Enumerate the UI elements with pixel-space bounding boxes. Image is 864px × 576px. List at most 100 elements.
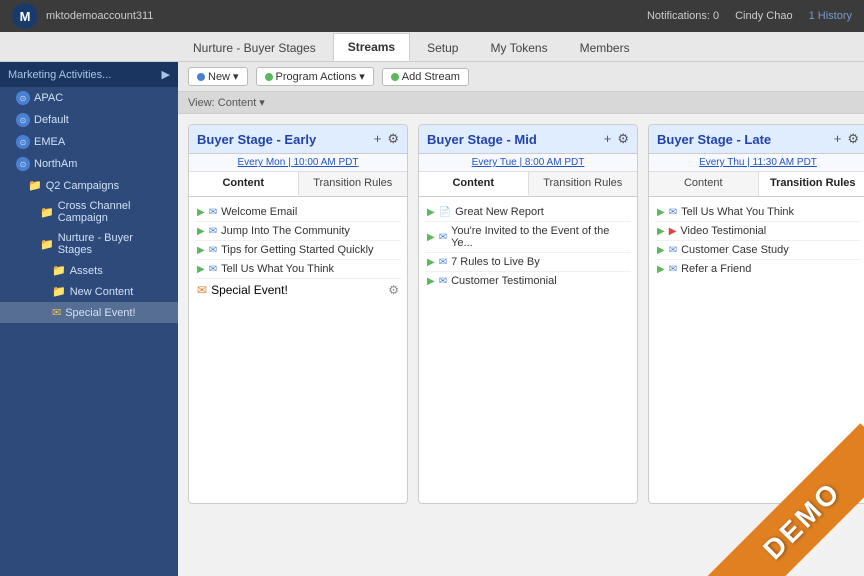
play-icon: ▶ xyxy=(427,207,435,218)
list-item[interactable]: ▶ 📄 Great New Report xyxy=(425,203,631,222)
stream-late-header: Buyer Stage - Late + ⚙ xyxy=(649,125,864,154)
stream-mid-content: ▶ 📄 Great New Report ▶ ✉ You're Invited … xyxy=(419,197,637,503)
stream-early-tab-content[interactable]: Content xyxy=(189,172,299,196)
content-area: New ▾ Program Actions ▾ Add Stream View:… xyxy=(178,62,864,576)
program-actions-label: Program Actions xyxy=(276,71,357,83)
stream-early-tabs: Content Transition Rules xyxy=(189,172,407,197)
view-dropdown-icon[interactable]: ▾ xyxy=(259,96,265,109)
account-name: mktodemoaccount311 xyxy=(46,10,153,22)
sidebar-label: Assets xyxy=(70,265,103,277)
toolbar: New ▾ Program Actions ▾ Add Stream xyxy=(178,62,864,92)
special-icon: ✉ xyxy=(197,283,207,297)
folder-icon: 📁 xyxy=(40,238,54,251)
tab-members[interactable]: Members xyxy=(565,34,645,61)
stream-early-schedule[interactable]: Every Mon | 10:00 AM PDT xyxy=(189,154,407,172)
stream-late-schedule[interactable]: Every Thu | 11:30 AM PDT xyxy=(649,154,864,172)
stream-mid-tab-transition[interactable]: Transition Rules xyxy=(529,172,638,196)
item-icon-email: ✉ xyxy=(209,245,217,256)
folder-icon: 📁 xyxy=(40,206,54,219)
history-count[interactable]: 1 History xyxy=(809,10,852,22)
sidebar-header[interactable]: Marketing Activities... ▶ xyxy=(0,62,178,87)
tab-setup[interactable]: Setup xyxy=(412,34,473,61)
add-stream-button[interactable]: Add Stream xyxy=(382,68,469,86)
streams-container: Buyer Stage - Early + ⚙ Every Mon | 10:0… xyxy=(178,114,864,576)
topbar: M mktodemoaccount311 Notifications: 0 Ci… xyxy=(0,0,864,32)
tab-streams[interactable]: Streams xyxy=(333,33,410,61)
sidebar-item-q2[interactable]: 📁 Q2 Campaigns xyxy=(0,175,178,196)
new-button[interactable]: New ▾ xyxy=(188,67,248,86)
folder-icon: 📁 xyxy=(52,285,66,298)
list-item[interactable]: ▶ ✉ Customer Testimonial xyxy=(425,272,631,290)
item-label: Customer Case Study xyxy=(681,244,789,256)
sidebar-label: Nurture - Buyer Stages xyxy=(58,232,170,256)
list-item[interactable]: ▶ ▶ Video Testimonial xyxy=(655,222,861,241)
play-icon: ▶ xyxy=(657,207,665,218)
list-item[interactable]: ▶ ✉ Tell Us What You Think xyxy=(655,203,861,222)
item-icon-email: ✉ xyxy=(669,245,677,256)
add-content-icon[interactable]: + xyxy=(834,131,842,147)
folder-icon: 📁 xyxy=(52,264,66,277)
list-item[interactable]: ▶ ✉ Tips for Getting Started Quickly xyxy=(195,241,401,260)
play-icon: ▶ xyxy=(657,226,665,237)
list-item[interactable]: ▶ ✉ Refer a Friend xyxy=(655,260,861,278)
stream-early-tab-transition[interactable]: Transition Rules xyxy=(299,172,408,196)
list-item-special[interactable]: ✉ Special Event! ⚙ xyxy=(195,279,401,301)
play-icon: ▶ xyxy=(657,264,665,275)
stream-mid-tab-content[interactable]: Content xyxy=(419,172,529,196)
main-area: Marketing Activities... ▶ ⊙ APAC ⊙ Defau… xyxy=(0,62,864,576)
list-item[interactable]: ▶ ✉ Welcome Email xyxy=(195,203,401,222)
sidebar-item-emea[interactable]: ⊙ EMEA xyxy=(0,131,178,153)
sidebar-item-cross-channel[interactable]: 📁 Cross Channel Campaign xyxy=(0,196,178,228)
globe-icon: ⊙ xyxy=(16,113,30,127)
new-icon xyxy=(197,73,205,81)
sidebar-title: Marketing Activities... xyxy=(8,69,111,81)
stream-late-tab-transition[interactable]: Transition Rules xyxy=(759,172,864,196)
list-item[interactable]: ▶ ✉ Tell Us What You Think xyxy=(195,260,401,279)
sidebar-label: Default xyxy=(34,114,69,126)
stream-late-tab-content[interactable]: Content xyxy=(649,172,759,196)
add-stream-icon xyxy=(391,73,399,81)
play-icon: ▶ xyxy=(197,207,205,218)
sidebar-item-assets[interactable]: 📁 Assets xyxy=(0,260,178,281)
item-label: Refer a Friend xyxy=(681,263,751,275)
sidebar-item-apac[interactable]: ⊙ APAC xyxy=(0,87,178,109)
settings-icon[interactable]: ⚙ xyxy=(847,131,859,147)
gear-icon[interactable]: ⚙ xyxy=(388,283,399,297)
stream-late-content: ▶ ✉ Tell Us What You Think ▶ ▶ Video Tes… xyxy=(649,197,864,503)
list-item[interactable]: ▶ ✉ Customer Case Study xyxy=(655,241,861,260)
sidebar-item-nurture-buyer[interactable]: 📁 Nurture - Buyer Stages xyxy=(0,228,178,260)
user-name[interactable]: Cindy Chao xyxy=(735,10,792,22)
settings-icon[interactable]: ⚙ xyxy=(387,131,399,147)
sidebar-label: New Content xyxy=(70,286,134,298)
settings-icon[interactable]: ⚙ xyxy=(617,131,629,147)
item-icon-email: ✉ xyxy=(439,276,447,287)
add-stream-label: Add Stream xyxy=(402,71,460,83)
stream-early: Buyer Stage - Early + ⚙ Every Mon | 10:0… xyxy=(188,124,408,504)
program-actions-button[interactable]: Program Actions ▾ xyxy=(256,67,374,86)
sidebar-item-special-event[interactable]: ✉ Special Event! xyxy=(0,302,178,323)
globe-icon: ⊙ xyxy=(16,157,30,171)
item-icon-email: ✉ xyxy=(439,232,447,243)
sidebar-label: EMEA xyxy=(34,136,65,148)
sidebar-item-northam[interactable]: ⊙ NorthAm xyxy=(0,153,178,175)
notifications: Notifications: 0 xyxy=(647,10,719,22)
play-icon: ▶ xyxy=(427,257,435,268)
add-content-icon[interactable]: + xyxy=(604,131,612,147)
stream-mid-schedule[interactable]: Every Tue | 8:00 AM PDT xyxy=(419,154,637,172)
list-item[interactable]: ▶ ✉ Jump Into The Community xyxy=(195,222,401,241)
item-icon-email: ✉ xyxy=(439,257,447,268)
sidebar-item-new-content[interactable]: 📁 New Content xyxy=(0,281,178,302)
app-logo: M xyxy=(12,3,38,29)
tab-tokens[interactable]: My Tokens xyxy=(475,34,562,61)
add-content-icon[interactable]: + xyxy=(374,131,382,147)
play-icon: ▶ xyxy=(197,264,205,275)
list-item[interactable]: ▶ ✉ 7 Rules to Live By xyxy=(425,253,631,272)
history-link[interactable]: 1 History xyxy=(809,10,852,22)
item-label: Tell Us What You Think xyxy=(221,263,334,275)
sidebar-item-default[interactable]: ⊙ Default xyxy=(0,109,178,131)
item-label: Welcome Email xyxy=(221,206,297,218)
item-icon-email: ✉ xyxy=(209,207,217,218)
list-item[interactable]: ▶ ✉ You're Invited to the Event of the Y… xyxy=(425,222,631,253)
tab-nurture[interactable]: Nurture - Buyer Stages xyxy=(178,34,331,61)
item-icon-email: ✉ xyxy=(209,264,217,275)
